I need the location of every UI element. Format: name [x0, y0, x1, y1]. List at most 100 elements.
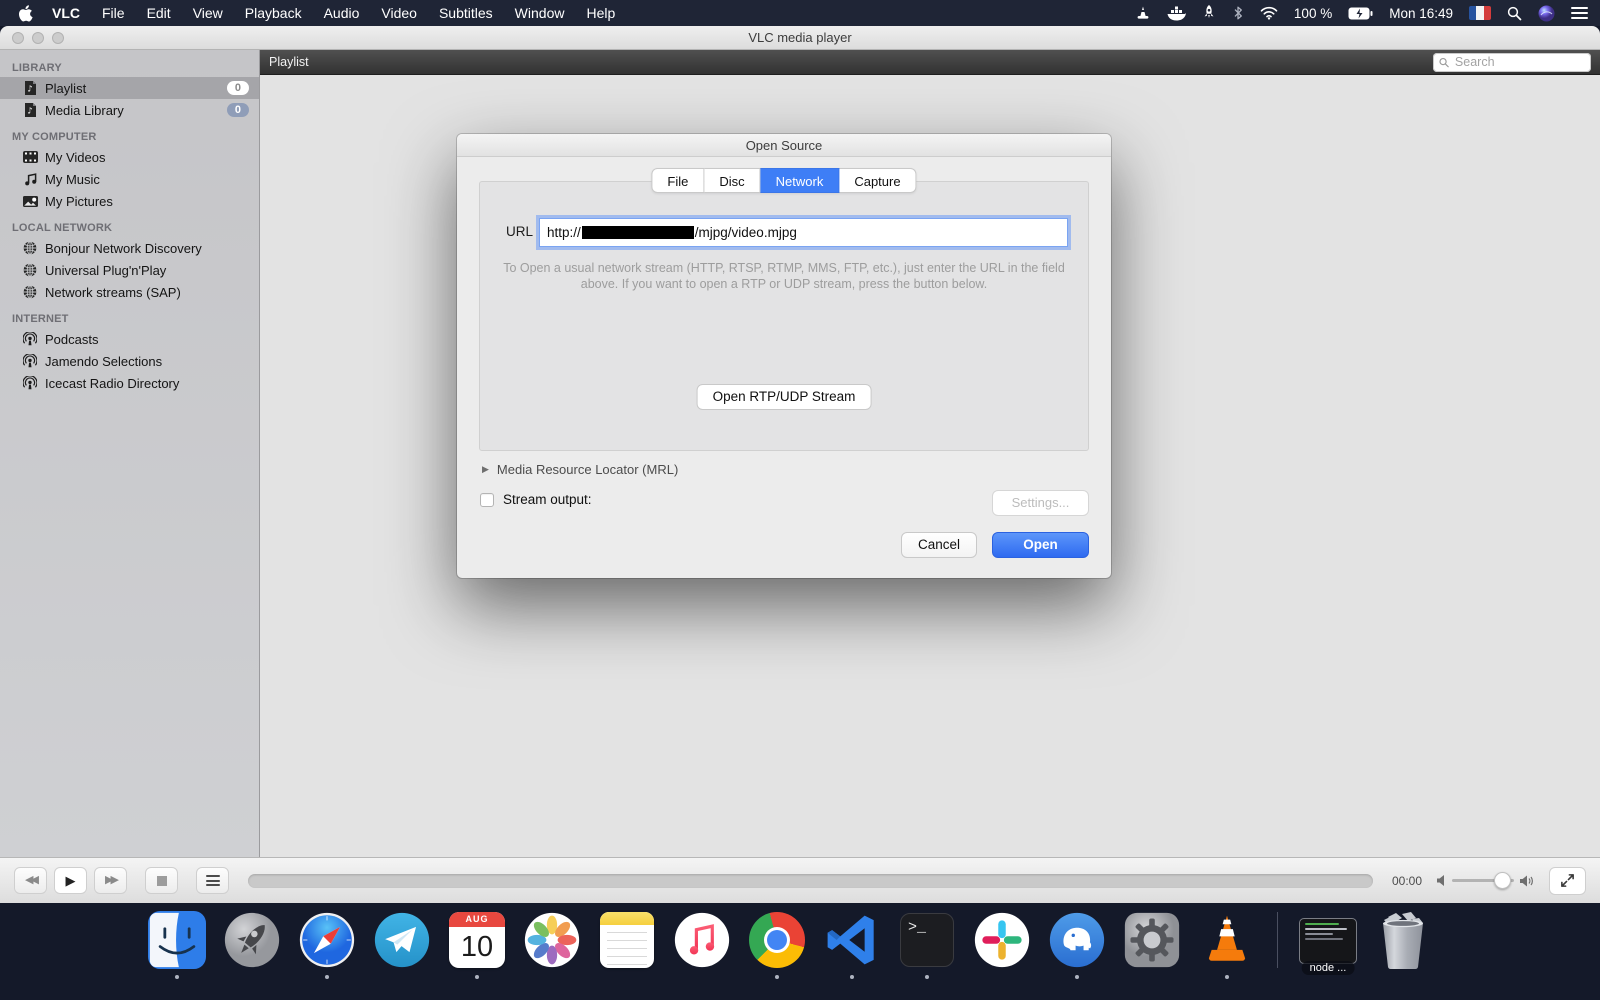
network-help-text: To Open a usual network stream (HTTP, RT… — [503, 260, 1065, 292]
url-suffix: /mjpg/video.mjpg — [695, 225, 797, 240]
playlist-header-title: Playlist — [269, 55, 309, 69]
menu-audio[interactable]: Audio — [313, 0, 371, 26]
dialog-title: Open Source — [457, 134, 1111, 157]
dock-item-chrome[interactable] — [746, 909, 808, 971]
menu-edit[interactable]: Edit — [136, 0, 182, 26]
telegram-icon — [373, 911, 431, 969]
close-window-button[interactable] — [12, 32, 24, 44]
sidebar-item-my-pictures[interactable]: My Pictures — [0, 190, 259, 212]
menu-video[interactable]: Video — [370, 0, 428, 26]
terminal-icon: >_ — [900, 913, 954, 967]
sidebar-item-media-library[interactable]: ♪ Media Library 0 — [0, 99, 259, 121]
open-rtp-udp-button[interactable]: Open RTP/UDP Stream — [697, 384, 872, 410]
tab-network[interactable]: Network — [761, 168, 840, 193]
sidebar-item-upnp[interactable]: Universal Plug'n'Play — [0, 259, 259, 281]
url-input[interactable]: http:///mjpg/video.mjpg — [539, 218, 1068, 247]
volume-slider[interactable] — [1452, 879, 1514, 882]
menu-clock[interactable]: Mon 16:49 — [1389, 6, 1453, 21]
vlc-cone-icon[interactable] — [1135, 5, 1151, 21]
menu-playback[interactable]: Playback — [234, 0, 313, 26]
docker-icon[interactable] — [1167, 6, 1186, 21]
notification-center-icon[interactable] — [1571, 7, 1588, 20]
apple-menu-icon[interactable] — [18, 5, 33, 22]
tab-disc[interactable]: Disc — [704, 168, 760, 193]
dock-item-calendar[interactable]: AUG 10 — [446, 909, 508, 971]
volume-min-icon[interactable] — [1437, 875, 1446, 886]
menu-file[interactable]: File — [91, 0, 136, 26]
stream-output-checkbox[interactable] — [480, 493, 494, 507]
fullscreen-button[interactable] — [1549, 867, 1586, 895]
volume-knob[interactable] — [1494, 872, 1511, 889]
battery-percent: 100 % — [1294, 6, 1332, 21]
dock-item-terminal[interactable]: >_ — [896, 909, 958, 971]
dock-item-photos[interactable] — [521, 909, 583, 971]
fast-forward-button[interactable]: ▶▶ — [94, 867, 127, 894]
zoom-window-button[interactable] — [52, 32, 64, 44]
sidebar-item-playlist[interactable]: ♪ Playlist 0 — [0, 77, 259, 99]
window-title: VLC media player — [0, 30, 1600, 45]
menu-help[interactable]: Help — [575, 0, 626, 26]
menu-view[interactable]: View — [182, 0, 234, 26]
dock-item-rocket-app[interactable] — [221, 909, 283, 971]
settings-button[interactable]: Settings... — [992, 490, 1089, 516]
menu-window[interactable]: Window — [504, 0, 576, 26]
play-button[interactable]: ▶ — [54, 867, 87, 894]
disclosure-triangle-icon: ▶ — [482, 464, 489, 475]
playlist-toggle-button[interactable] — [196, 867, 229, 894]
svg-text:♪: ♪ — [27, 107, 32, 117]
sidebar-item-label: Bonjour Network Discovery — [45, 241, 202, 256]
dock-item-system-preferences[interactable] — [1121, 909, 1183, 971]
dock-item-safari[interactable] — [296, 909, 358, 971]
spotlight-search-icon[interactable] — [1507, 6, 1522, 21]
gear-icon — [1123, 911, 1181, 969]
minimize-window-button[interactable] — [32, 32, 44, 44]
player-controls: ◀◀ ▶ ▶▶ 00:00 — [0, 857, 1600, 903]
dock-item-finder[interactable] — [146, 909, 208, 971]
volume-max-icon[interactable] — [1520, 875, 1534, 887]
siri-icon[interactable] — [1538, 5, 1555, 22]
rewind-icon: ◀◀ — [25, 875, 36, 886]
seek-bar[interactable] — [248, 874, 1373, 888]
tab-capture[interactable]: Capture — [839, 168, 916, 193]
sidebar-item-label: My Pictures — [45, 194, 113, 209]
sidebar-item-my-music[interactable]: My Music — [0, 168, 259, 190]
search-input[interactable] — [1453, 54, 1585, 70]
sidebar-item-my-videos[interactable]: My Videos — [0, 146, 259, 168]
sidebar-item-jamendo[interactable]: Jamendo Selections — [0, 350, 259, 372]
screen: VLC File Edit View Playback Audio Video … — [0, 0, 1600, 1000]
trash-icon — [1376, 911, 1430, 969]
running-indicator — [925, 975, 929, 979]
sidebar-item-icecast[interactable]: Icecast Radio Directory — [0, 372, 259, 394]
cancel-button[interactable]: Cancel — [901, 532, 977, 558]
keyboard-layout-flag-icon[interactable] — [1469, 6, 1491, 20]
tab-file[interactable]: File — [651, 168, 704, 193]
sidebar-item-bonjour[interactable]: Bonjour Network Discovery — [0, 237, 259, 259]
sidebar-item-podcasts[interactable]: Podcasts — [0, 328, 259, 350]
dock-item-notes[interactable] — [596, 909, 658, 971]
globe-icon — [22, 285, 38, 299]
menu-vlc[interactable]: VLC — [41, 0, 91, 26]
sidebar-item-sap[interactable]: Network streams (SAP) — [0, 281, 259, 303]
menu-subtitles[interactable]: Subtitles — [428, 0, 504, 26]
dock-item-minimized-node-window[interactable]: node ... — [1297, 909, 1359, 971]
bluetooth-icon[interactable] — [1232, 5, 1244, 21]
battery-charging-icon — [1348, 7, 1373, 20]
dock-separator — [1277, 912, 1278, 968]
rocket-status-icon[interactable] — [1202, 5, 1216, 21]
dock-item-postgres[interactable] — [1046, 909, 1108, 971]
wifi-icon[interactable] — [1260, 6, 1278, 20]
mrl-disclosure[interactable]: ▶ Media Resource Locator (MRL) — [482, 462, 678, 477]
stop-button[interactable] — [145, 867, 178, 894]
dock-item-vscode[interactable] — [821, 909, 883, 971]
rewind-button[interactable]: ◀◀ — [14, 867, 47, 894]
dock-item-trash[interactable] — [1372, 909, 1434, 971]
dock-item-slack[interactable] — [971, 909, 1033, 971]
music-icon — [673, 911, 731, 969]
dock-item-music[interactable] — [671, 909, 733, 971]
dock-item-vlc[interactable] — [1196, 909, 1258, 971]
stream-output-label: Stream output: — [503, 492, 592, 507]
open-button[interactable]: Open — [992, 532, 1089, 558]
sidebar: LIBRARY ♪ Playlist 0 ♪ Media Library 0 M… — [0, 50, 260, 857]
dock-item-telegram[interactable] — [371, 909, 433, 971]
search-field[interactable] — [1433, 53, 1591, 72]
